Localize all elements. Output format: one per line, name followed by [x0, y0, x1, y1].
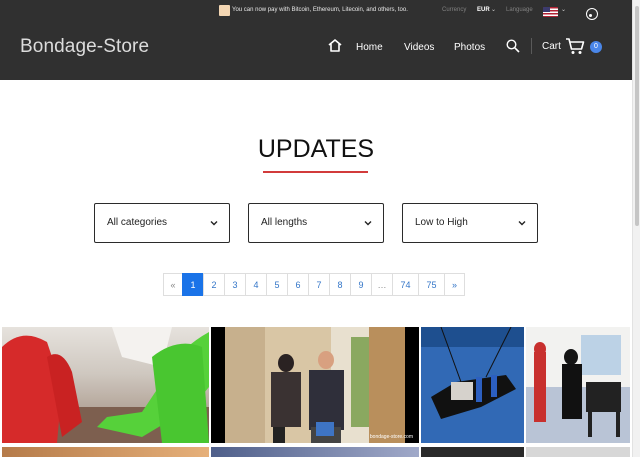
- chevron-down-icon: [210, 221, 218, 226]
- rss-icon[interactable]: [586, 8, 598, 20]
- pagination-page[interactable]: 5: [266, 273, 288, 296]
- sort-select-value: Low to High: [415, 217, 468, 228]
- pagination-next[interactable]: »: [444, 273, 465, 296]
- update-thumbnail[interactable]: [421, 447, 524, 457]
- nav-videos[interactable]: Videos: [404, 42, 434, 53]
- home-icon[interactable]: [328, 39, 342, 52]
- language-label: Language: [506, 7, 533, 13]
- cart-icon[interactable]: [565, 38, 585, 55]
- pagination-page[interactable]: 75: [418, 273, 445, 296]
- pagination-page[interactable]: 74: [392, 273, 419, 296]
- pagination-ellipsis: …: [371, 273, 393, 296]
- site-logo[interactable]: Bondage-Store: [20, 36, 149, 58]
- sort-select[interactable]: Low to High: [402, 203, 538, 243]
- pagination-page[interactable]: 9: [350, 273, 372, 296]
- currency-label: Currency: [442, 7, 467, 13]
- page-title: UPDATES: [257, 135, 375, 163]
- page-scrollbar[interactable]: [632, 0, 640, 457]
- update-thumbnail[interactable]: [421, 327, 524, 443]
- pagination-page[interactable]: 1: [182, 273, 204, 296]
- pagination: « 1 2 3 4 5 6 7 8 9 … 74 75 »: [163, 273, 465, 296]
- currency-chevron-down-icon[interactable]: ⌄: [491, 6, 496, 13]
- pagination-prev[interactable]: «: [163, 273, 183, 296]
- thumbnail-image: [526, 327, 630, 443]
- thumbnail-image: [225, 327, 405, 443]
- chevron-down-icon: [364, 221, 372, 226]
- top-info-bar: You can now pay with Bitcoin, Ethereum, …: [0, 4, 632, 20]
- thumbnail-watermark: bondage-store.com: [369, 434, 413, 440]
- category-select[interactable]: All categories: [94, 203, 230, 243]
- header-divider: [531, 38, 532, 54]
- update-thumbnail[interactable]: [211, 447, 419, 457]
- search-icon[interactable]: [506, 39, 520, 53]
- crypto-icon: [219, 5, 230, 16]
- length-select[interactable]: All lengths: [248, 203, 384, 243]
- length-select-value: All lengths: [261, 217, 308, 228]
- thumbnail-image: [421, 327, 524, 443]
- pagination-page[interactable]: 4: [245, 273, 267, 296]
- nav-photos[interactable]: Photos: [454, 42, 485, 53]
- chevron-down-icon: [518, 221, 526, 226]
- pagination-page[interactable]: 2: [203, 273, 225, 296]
- update-thumbnail[interactable]: [526, 327, 630, 443]
- nav-home[interactable]: Home: [356, 42, 383, 53]
- cart-count-badge[interactable]: 0: [590, 41, 602, 53]
- scrollbar-thumb[interactable]: [635, 6, 639, 226]
- cart-label[interactable]: Cart: [542, 41, 561, 52]
- currency-selector[interactable]: EUR: [477, 7, 490, 13]
- pagination-page[interactable]: 6: [287, 273, 309, 296]
- category-select-value: All categories: [107, 217, 168, 228]
- update-thumbnail[interactable]: [2, 447, 209, 457]
- pagination-page[interactable]: 3: [224, 273, 246, 296]
- update-thumbnail[interactable]: bondage-store.com: [211, 327, 419, 443]
- update-thumbnail[interactable]: [2, 327, 209, 443]
- language-chevron-down-icon[interactable]: ⌄: [561, 6, 566, 13]
- site-header: You can now pay with Bitcoin, Ethereum, …: [0, 0, 632, 80]
- thumbnail-image: [2, 327, 209, 443]
- title-underline: [263, 171, 368, 173]
- update-thumbnail[interactable]: [526, 447, 630, 457]
- pagination-page[interactable]: 7: [308, 273, 330, 296]
- pagination-page[interactable]: 8: [329, 273, 351, 296]
- crypto-payment-message: You can now pay with Bitcoin, Ethereum, …: [232, 7, 408, 13]
- language-us-flag-icon[interactable]: [543, 7, 558, 17]
